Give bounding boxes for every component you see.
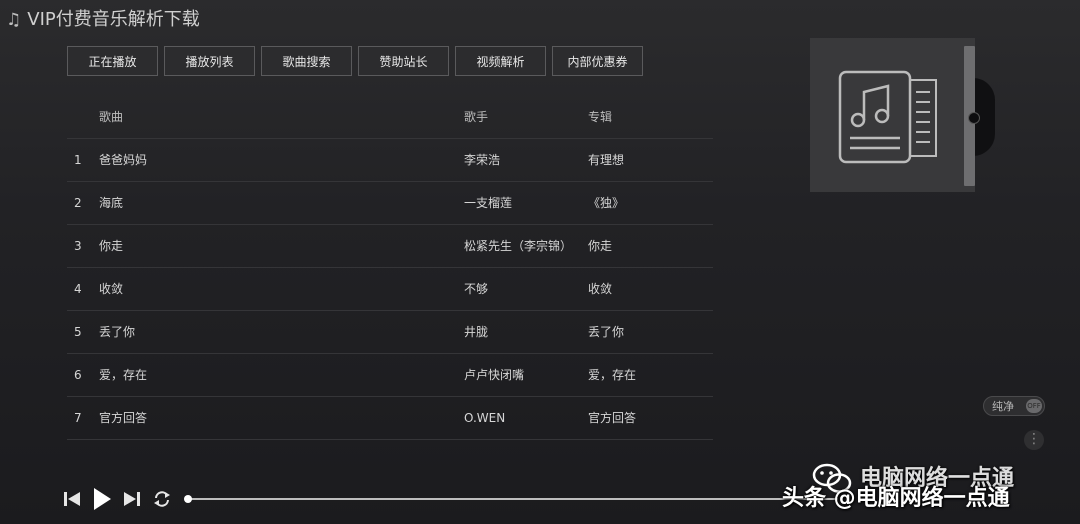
previous-icon <box>64 492 80 506</box>
song-title[interactable]: 丢了你 <box>99 311 135 353</box>
song-title[interactable]: 海底 <box>99 182 123 224</box>
app-title: ♫ VIP付费音乐解析下载 <box>6 8 200 32</box>
loop-button[interactable] <box>152 490 172 508</box>
disc-center <box>968 112 980 124</box>
artist-name[interactable]: 李荣浩 <box>464 139 500 181</box>
row-number: 4 <box>74 282 82 296</box>
column-header-artist: 歌手 <box>464 110 489 124</box>
table-header: 歌曲 歌手 专辑 <box>67 96 713 139</box>
now-playing-button[interactable]: 正在播放 <box>67 46 158 76</box>
playlist-button[interactable]: 播放列表 <box>164 46 255 76</box>
artist-name[interactable]: 卢卢快闭嘴 <box>464 354 524 396</box>
song-title[interactable]: 你走 <box>99 225 123 267</box>
album-name[interactable]: 《独》 <box>588 182 624 224</box>
table-row[interactable]: 7 官方回答 O.WEN 官方回答 <box>67 397 713 440</box>
artist-name[interactable]: 松紧先生（李宗锦） <box>464 225 572 267</box>
table-row[interactable]: 3 你走 松紧先生（李宗锦） 你走 <box>67 225 713 268</box>
row-number: 6 <box>74 368 82 382</box>
table-row[interactable]: 4 收敛 不够 收敛 <box>67 268 713 311</box>
play-button[interactable] <box>92 487 112 511</box>
play-icon <box>94 488 111 510</box>
table-row[interactable]: 1 爸爸妈妈 李荣浩 有理想 <box>67 139 713 182</box>
song-table: 歌曲 歌手 专辑 1 爸爸妈妈 李荣浩 有理想 2 海底 一支榴莲 《独》 3 … <box>67 96 713 440</box>
table-row[interactable]: 5 丢了你 井胧 丢了你 <box>67 311 713 354</box>
player-controls <box>62 487 172 511</box>
progress-thumb[interactable] <box>184 495 192 503</box>
album-cover <box>810 38 995 192</box>
column-header-song: 歌曲 <box>99 110 124 124</box>
album-name[interactable]: 你走 <box>588 225 612 267</box>
music-note-icon: ♫ <box>6 10 22 30</box>
table-row[interactable]: 2 海底 一支榴莲 《独》 <box>67 182 713 225</box>
next-button[interactable] <box>122 490 142 508</box>
toolbar: 正在播放 播放列表 歌曲搜索 赞助站长 视频解析 内部优惠券 <box>67 46 649 76</box>
table-row[interactable]: 6 爱，存在 卢卢快闭嘴 爱，存在 <box>67 354 713 397</box>
song-search-button[interactable]: 歌曲搜索 <box>261 46 352 76</box>
song-title[interactable]: 爱，存在 <box>99 354 147 396</box>
row-number: 1 <box>74 153 82 167</box>
page-title: VIP付费音乐解析下载 <box>27 9 200 30</box>
album-name[interactable]: 官方回答 <box>588 397 636 439</box>
row-number: 7 <box>74 411 82 425</box>
album-name[interactable]: 爱，存在 <box>588 354 636 396</box>
pure-mode-toggle[interactable]: 纯净 OFF <box>983 396 1045 416</box>
artist-name[interactable]: O.WEN <box>464 397 505 439</box>
column-header-album: 专辑 <box>588 110 613 124</box>
artist-name[interactable]: 井胧 <box>464 311 488 353</box>
video-parse-button[interactable]: 视频解析 <box>455 46 546 76</box>
row-number: 2 <box>74 196 82 210</box>
row-number: 5 <box>74 325 82 339</box>
song-title[interactable]: 收敛 <box>99 268 123 310</box>
row-number: 3 <box>74 239 82 253</box>
toggle-label: 纯净 <box>992 400 1014 413</box>
sponsor-button[interactable]: 赞助站长 <box>358 46 449 76</box>
toggle-knob: OFF <box>1026 399 1042 413</box>
album-name[interactable]: 收敛 <box>588 268 612 310</box>
coupon-button[interactable]: 内部优惠券 <box>552 46 643 76</box>
progress-bar[interactable] <box>184 495 838 503</box>
album-name[interactable]: 丢了你 <box>588 311 624 353</box>
loop-icon <box>154 491 170 507</box>
next-icon <box>124 492 140 506</box>
watermark-line2: 头条 @电脑网络一点通 <box>782 486 1010 511</box>
artist-name[interactable]: 一支榴莲 <box>464 182 512 224</box>
song-title[interactable]: 爸爸妈妈 <box>99 139 147 181</box>
song-title[interactable]: 官方回答 <box>99 397 147 439</box>
previous-button[interactable] <box>62 490 82 508</box>
music-file-icon <box>838 70 937 164</box>
album-name[interactable]: 有理想 <box>588 139 624 181</box>
artist-name[interactable]: 不够 <box>464 268 488 310</box>
more-options-button[interactable]: ⋮ <box>1024 430 1044 450</box>
